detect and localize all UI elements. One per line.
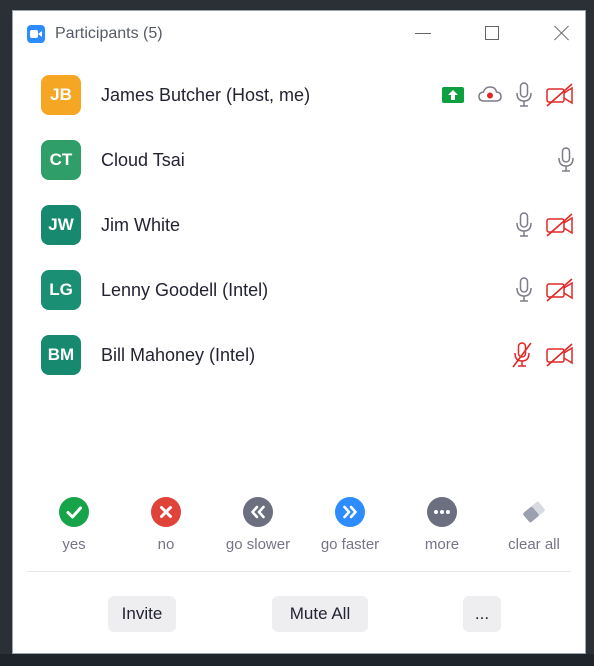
maximize-button[interactable]	[478, 21, 506, 45]
cloud-record-icon	[478, 86, 502, 102]
participant-row[interactable]: JB James Butcher (Host, me)	[13, 63, 585, 128]
title-bar: Participants (5)	[13, 11, 585, 57]
participant-name: Bill Mahoney (Intel)	[101, 345, 256, 365]
reaction-label: more	[424, 536, 460, 553]
fast-forward-icon	[335, 497, 365, 527]
participant-row[interactable]: CT Cloud Tsai	[13, 128, 585, 193]
zoom-app-icon	[27, 25, 45, 43]
reaction-more[interactable]: more	[396, 497, 488, 553]
reaction-label: no	[157, 536, 175, 553]
avatar: BM	[41, 335, 81, 375]
video-off-icon	[546, 213, 573, 237]
invite-button[interactable]: Invite	[108, 596, 176, 632]
video-off-icon	[546, 83, 573, 107]
mic-icon	[558, 147, 574, 172]
reaction-go-slower[interactable]: go slower	[212, 497, 304, 553]
rewind-icon	[243, 497, 273, 527]
participant-row[interactable]: JW Jim White	[13, 193, 585, 258]
reaction-label: go faster	[320, 536, 380, 553]
mic-icon	[516, 277, 532, 302]
reaction-label: go slower	[225, 536, 291, 553]
avatar: LG	[41, 270, 81, 310]
reaction-label: clear all	[508, 536, 560, 553]
mic-off-icon	[512, 342, 532, 368]
reaction-yes[interactable]: yes	[28, 497, 120, 553]
ellipsis-icon	[427, 497, 457, 527]
close-button[interactable]	[547, 21, 575, 45]
share-screen-icon	[442, 87, 464, 103]
avatar: JW	[41, 205, 81, 245]
video-off-icon	[546, 278, 573, 302]
minimize-button[interactable]	[409, 21, 437, 45]
check-icon	[59, 497, 89, 527]
mic-icon	[516, 82, 532, 107]
participant-list: JB James Butcher (Host, me) CT Cloud Tsa…	[13, 63, 585, 388]
reactions-bar: yes no go slower go faster more clear al…	[13, 497, 585, 567]
taskbar-strip	[0, 654, 594, 666]
mute-all-button[interactable]: Mute All	[272, 596, 368, 632]
x-icon	[151, 497, 181, 527]
participant-name: Lenny Goodell (Intel)	[101, 280, 269, 300]
avatar: CT	[41, 140, 81, 180]
participants-window: Participants (5) JB James Butcher (Host,…	[12, 10, 586, 654]
reaction-go-faster[interactable]: go faster	[304, 497, 396, 553]
participant-name: James Butcher (Host, me)	[101, 85, 311, 105]
eraser-icon	[519, 497, 549, 527]
participant-row[interactable]: LG Lenny Goodell (Intel)	[13, 258, 585, 323]
window-title: Participants (5)	[55, 25, 163, 42]
video-off-icon	[546, 343, 573, 367]
reaction-clear-all[interactable]: clear all	[488, 497, 580, 553]
reaction-label: yes	[62, 536, 86, 553]
participant-row[interactable]: BM Bill Mahoney (Intel)	[13, 323, 585, 388]
avatar: JB	[41, 75, 81, 115]
participant-name: Cloud Tsai	[101, 150, 185, 170]
more-options-button[interactable]: ...	[463, 596, 501, 632]
divider	[27, 571, 571, 572]
reaction-no[interactable]: no	[120, 497, 212, 553]
mic-icon	[516, 212, 532, 237]
participant-name: Jim White	[101, 215, 181, 235]
